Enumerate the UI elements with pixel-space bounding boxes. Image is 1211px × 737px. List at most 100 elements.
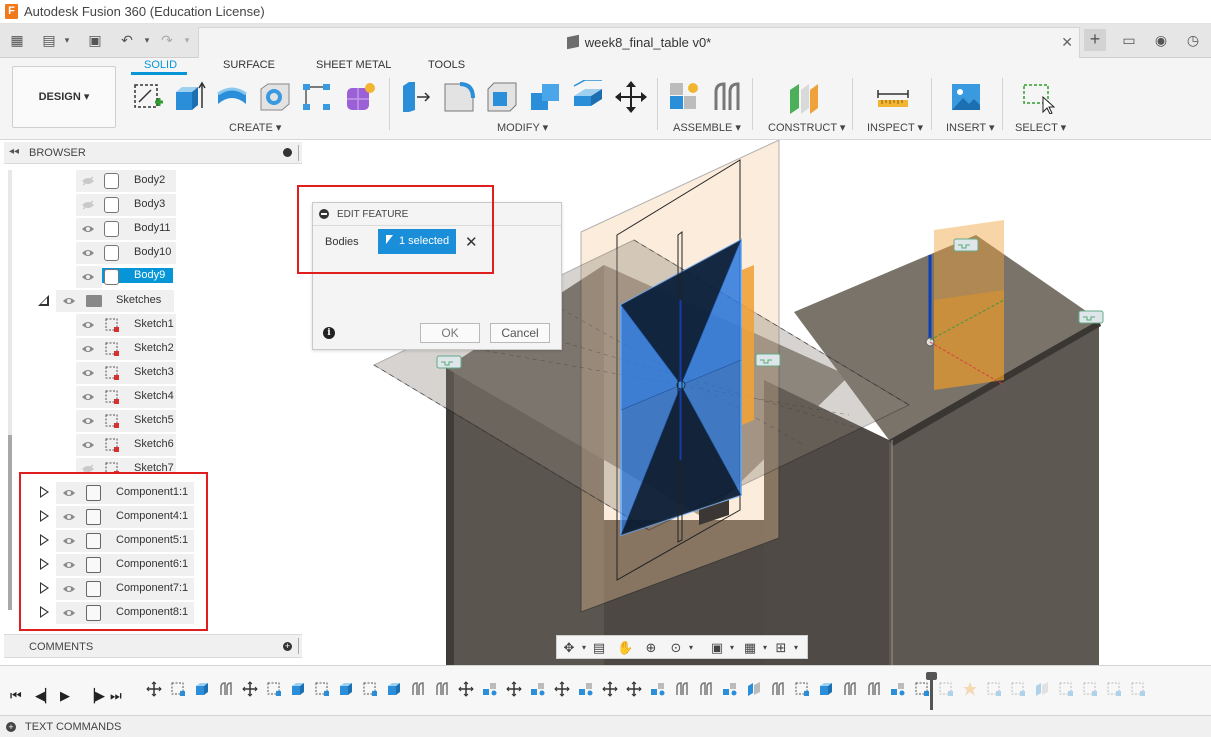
look-at-icon[interactable]: ▤ bbox=[591, 640, 607, 656]
timeline-sketch-icon[interactable] bbox=[1082, 681, 1098, 697]
tab-sheet-metal[interactable]: SHEET METAL bbox=[316, 59, 391, 71]
tree-row-body9-selected[interactable]: Body9 bbox=[76, 266, 180, 288]
timeline-sketch-icon[interactable] bbox=[170, 681, 186, 697]
pan-hand-icon[interactable]: ✋ bbox=[617, 640, 633, 656]
timeline-joint-icon[interactable] bbox=[842, 681, 858, 697]
timeline-comp-icon[interactable] bbox=[482, 681, 498, 697]
timeline-plane-icon[interactable] bbox=[1034, 681, 1050, 697]
timeline-first-icon[interactable]: ⏮ bbox=[10, 688, 22, 704]
tree-row-sketch1[interactable]: Sketch1 bbox=[76, 314, 176, 336]
eye-icon[interactable] bbox=[81, 272, 95, 282]
hidden-eye-icon[interactable] bbox=[81, 464, 95, 472]
add-comment-icon[interactable]: + bbox=[283, 642, 292, 651]
tree-row-body2[interactable]: Body2 bbox=[76, 170, 176, 192]
file-menu-chevron-icon[interactable]: ▾ bbox=[58, 32, 76, 48]
offset-face-icon[interactable] bbox=[571, 80, 605, 114]
tree-row-body10[interactable]: Body10 bbox=[76, 242, 176, 264]
hidden-eye-icon[interactable] bbox=[81, 176, 95, 186]
timeline-joint-icon[interactable] bbox=[410, 681, 426, 697]
comments-resize-grip[interactable] bbox=[298, 638, 300, 654]
modify-group-label[interactable]: MODIFY ▾ bbox=[497, 121, 548, 134]
timeline-sketch-icon[interactable] bbox=[1058, 681, 1074, 697]
inspect-group-label[interactable]: INSPECT ▾ bbox=[867, 121, 923, 134]
workspace-switcher-button[interactable]: DESIGN ▾ bbox=[12, 66, 116, 128]
measure-icon[interactable] bbox=[876, 80, 910, 114]
joint-glyph-icon[interactable] bbox=[755, 353, 781, 367]
tab-tools[interactable]: TOOLS bbox=[428, 59, 465, 71]
display-chevron-icon[interactable]: ▾ bbox=[724, 640, 740, 656]
eye-icon[interactable] bbox=[81, 440, 95, 450]
tree-row-sketch4[interactable]: Sketch4 bbox=[76, 386, 176, 408]
close-tab-icon[interactable]: ✕ bbox=[1061, 34, 1073, 51]
collapse-browser-icon[interactable]: ◂◂ bbox=[9, 146, 19, 157]
create-sketch-icon[interactable] bbox=[131, 80, 165, 114]
new-component-icon[interactable] bbox=[667, 80, 701, 114]
expanded-triangle-icon[interactable] bbox=[38, 295, 49, 306]
timeline-joint-icon[interactable] bbox=[674, 681, 690, 697]
timeline-star-icon[interactable] bbox=[962, 681, 978, 697]
eye-icon[interactable] bbox=[62, 296, 76, 306]
timeline-comp-icon[interactable] bbox=[722, 681, 738, 697]
eye-icon[interactable] bbox=[81, 368, 95, 378]
timeline-extrude-icon[interactable] bbox=[386, 681, 402, 697]
grid-chevron-icon[interactable]: ▾ bbox=[757, 640, 773, 656]
shell-icon[interactable] bbox=[485, 80, 519, 114]
select-group-label[interactable]: SELECT ▾ bbox=[1015, 121, 1066, 134]
eye-icon[interactable] bbox=[81, 416, 95, 426]
eye-icon[interactable] bbox=[81, 344, 95, 354]
document-tab[interactable]: week8_final_table v0* ✕ bbox=[198, 27, 1080, 58]
fit-chevron-icon[interactable]: ▾ bbox=[683, 640, 699, 656]
timeline-joint-icon[interactable] bbox=[218, 681, 234, 697]
tree-row-sketches-folder[interactable]: Sketches bbox=[34, 290, 174, 312]
timeline-sketch-icon[interactable] bbox=[986, 681, 1002, 697]
timeline-move-icon[interactable] bbox=[146, 681, 162, 697]
move-copy-icon[interactable] bbox=[614, 80, 648, 114]
combine-icon[interactable] bbox=[528, 80, 562, 114]
timeline-sketch-icon[interactable] bbox=[938, 681, 954, 697]
joint-glyph-icon[interactable] bbox=[1078, 310, 1104, 324]
fillet-icon[interactable] bbox=[442, 80, 476, 114]
joint-icon[interactable] bbox=[710, 80, 744, 114]
tab-solid[interactable]: SOLID bbox=[144, 59, 177, 71]
timeline-sketch-icon[interactable] bbox=[266, 681, 282, 697]
eye-icon[interactable] bbox=[81, 224, 95, 234]
timeline-sketch-icon[interactable] bbox=[1130, 681, 1146, 697]
file-menu-icon[interactable]: ▤ bbox=[40, 32, 58, 48]
timeline-extrude-icon[interactable] bbox=[290, 681, 306, 697]
redo-chevron-icon[interactable]: ▾ bbox=[178, 32, 196, 48]
timeline-move-icon[interactable] bbox=[602, 681, 618, 697]
joint-glyph-icon[interactable] bbox=[953, 238, 979, 252]
timeline-joint-icon[interactable] bbox=[770, 681, 786, 697]
eye-icon[interactable] bbox=[81, 320, 95, 330]
hidden-eye-icon[interactable] bbox=[81, 200, 95, 210]
browser-minimize-icon[interactable] bbox=[283, 148, 292, 157]
pattern-icon[interactable] bbox=[300, 80, 334, 114]
timeline-joint-icon[interactable] bbox=[434, 681, 450, 697]
timeline-move-icon[interactable] bbox=[626, 681, 642, 697]
timeline-extrude-icon[interactable] bbox=[338, 681, 354, 697]
save-icon[interactable]: ▣ bbox=[86, 32, 104, 48]
comment-icon[interactable]: ▭ bbox=[1120, 32, 1138, 48]
timeline-comp-icon[interactable] bbox=[650, 681, 666, 697]
assemble-group-label[interactable]: ASSEMBLE ▾ bbox=[673, 121, 741, 134]
display-settings-icon[interactable]: ▣ bbox=[709, 640, 725, 656]
tree-row-body11[interactable]: Body11 bbox=[76, 218, 176, 240]
zoom-icon[interactable]: ⊕ bbox=[643, 640, 659, 656]
timeline-sketch-icon[interactable] bbox=[362, 681, 378, 697]
create-group-label[interactable]: CREATE ▾ bbox=[229, 121, 281, 134]
form-icon[interactable] bbox=[343, 80, 377, 114]
undo-icon[interactable]: ↶ bbox=[118, 32, 136, 48]
revolve-icon[interactable] bbox=[215, 80, 249, 114]
timeline-marker[interactable] bbox=[926, 672, 937, 710]
viewports-chevron-icon[interactable]: ▾ bbox=[788, 640, 804, 656]
timeline-extrude-icon[interactable] bbox=[194, 681, 210, 697]
viewports-icon[interactable]: ⊞ bbox=[773, 640, 789, 656]
joint-glyph-icon[interactable] bbox=[436, 355, 462, 369]
timeline-next-icon[interactable]: ▕▶ bbox=[85, 688, 105, 704]
timeline-move-icon[interactable] bbox=[242, 681, 258, 697]
tree-row-sketch6[interactable]: Sketch6 bbox=[76, 434, 176, 456]
timeline-play-icon[interactable]: ▶ bbox=[60, 688, 70, 704]
redo-icon[interactable]: ↷ bbox=[158, 32, 176, 48]
timeline-comp-icon[interactable] bbox=[890, 681, 906, 697]
timeline-joint-icon[interactable] bbox=[866, 681, 882, 697]
